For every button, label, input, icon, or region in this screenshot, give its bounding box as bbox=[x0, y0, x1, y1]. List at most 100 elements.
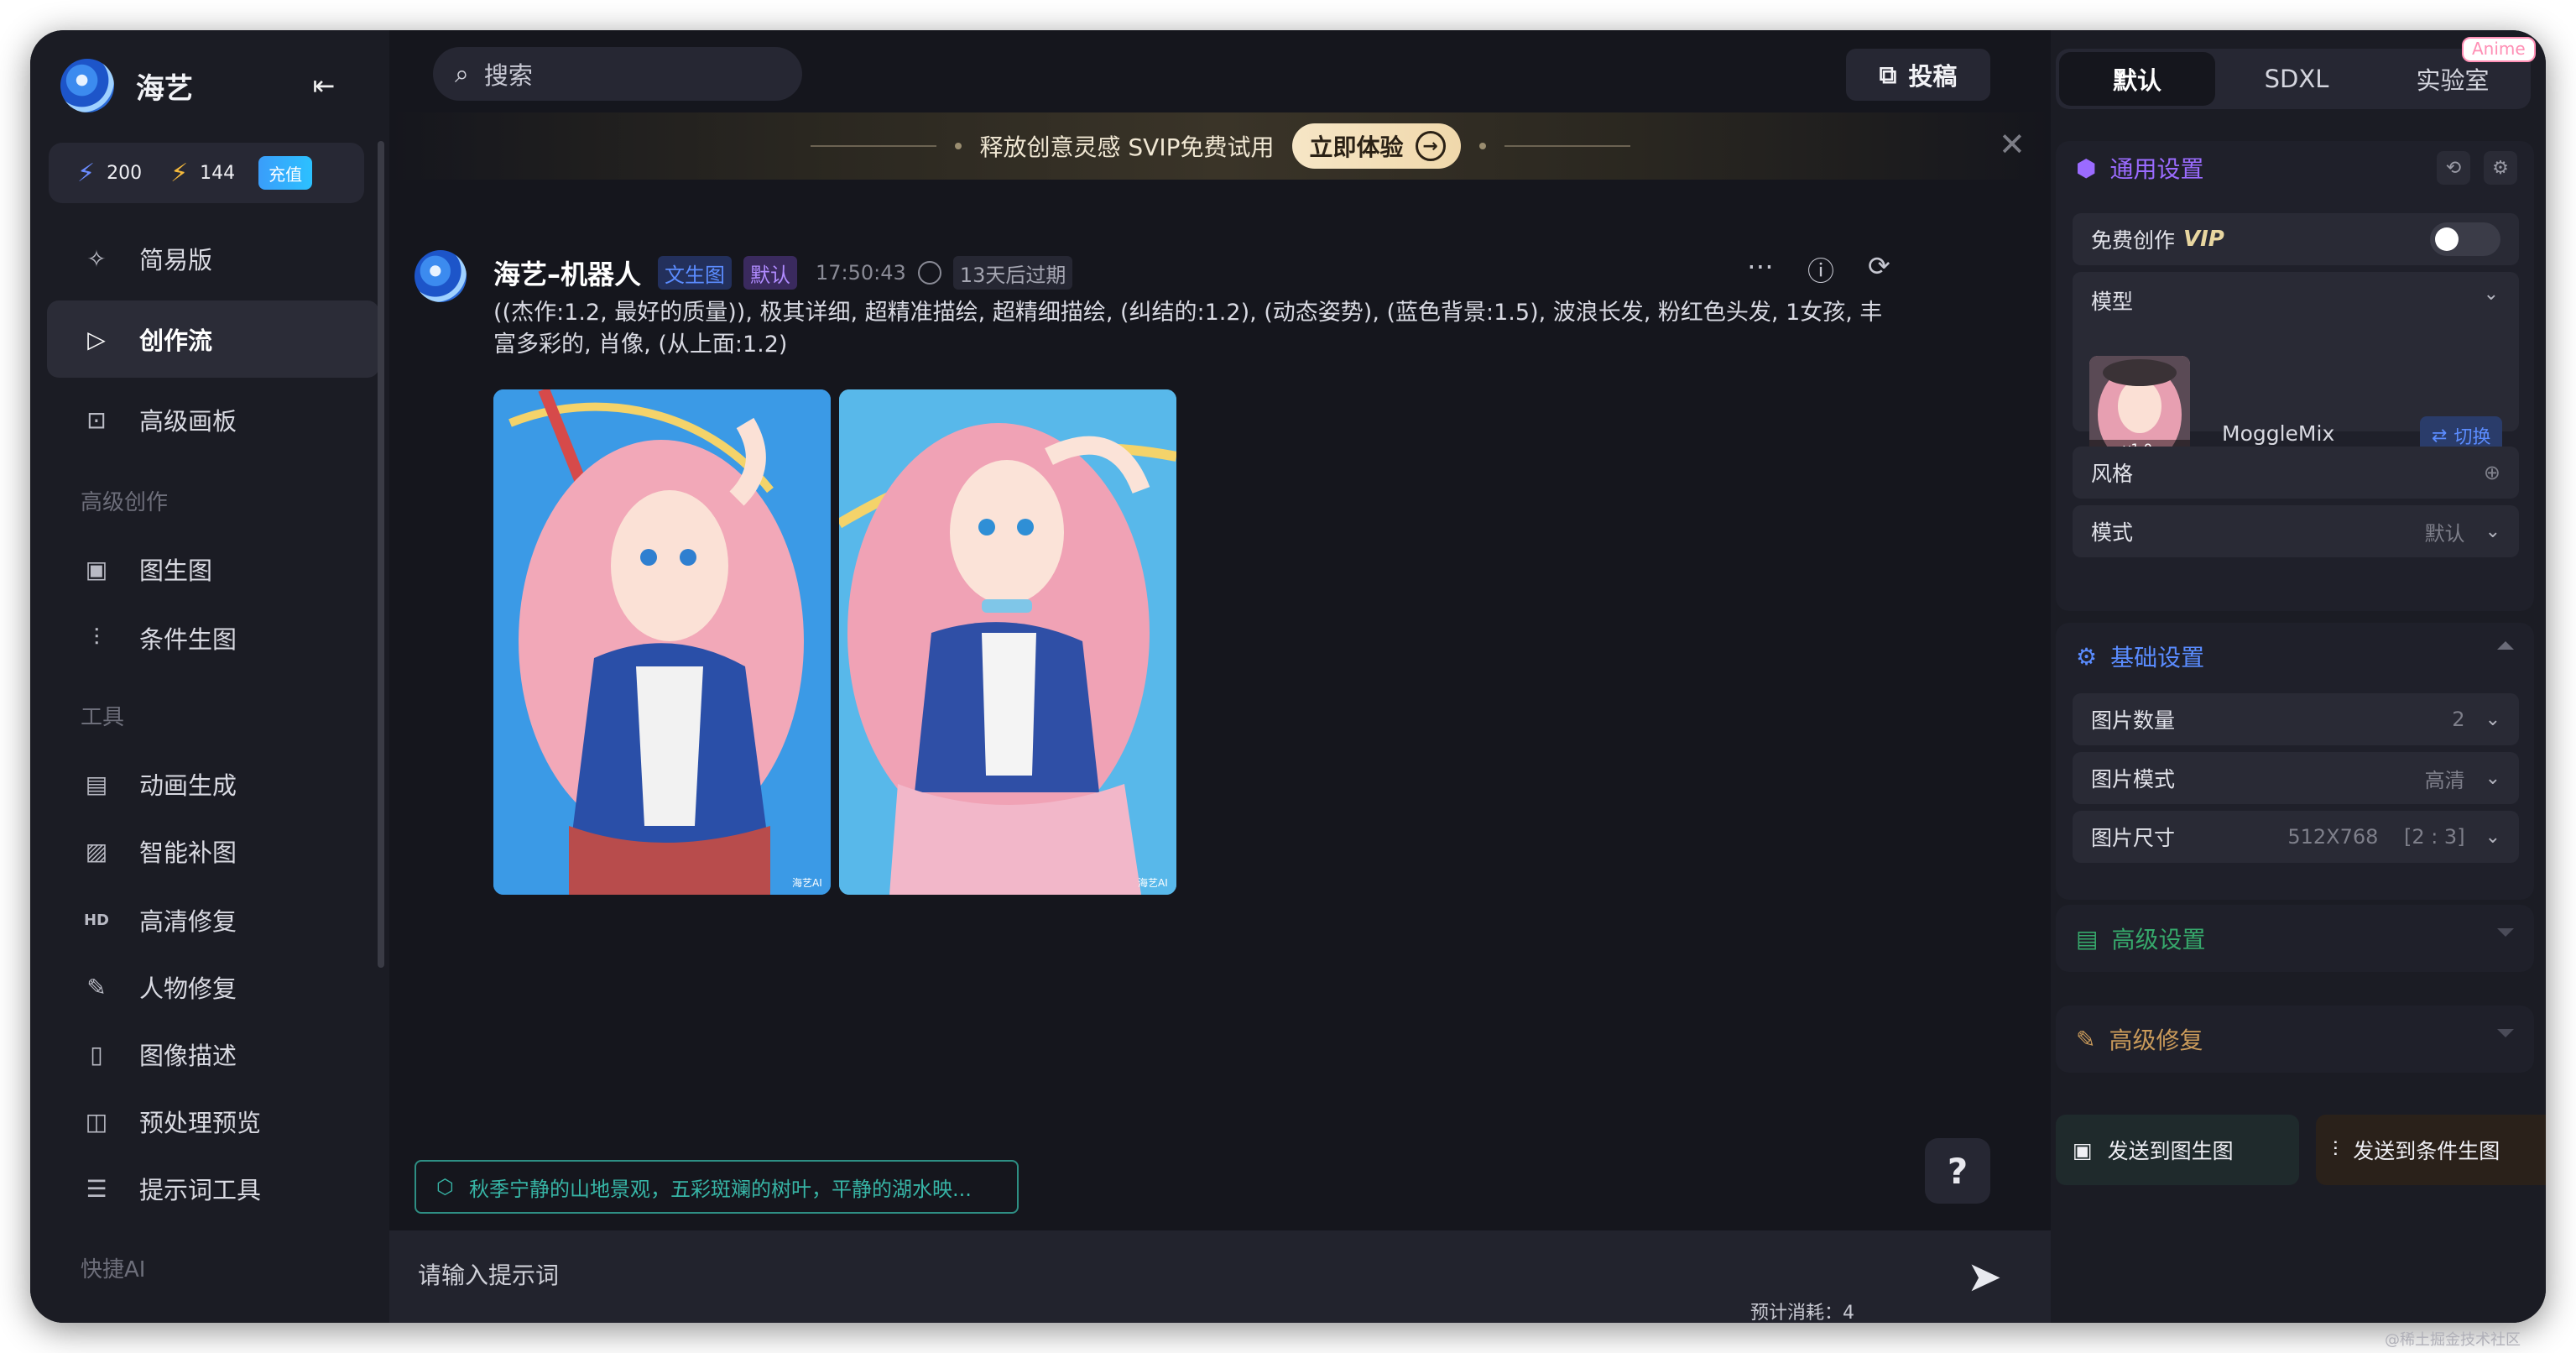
help-button[interactable]: ? bbox=[1925, 1138, 1990, 1204]
free-create-toggle[interactable] bbox=[2430, 222, 2500, 256]
chevron-up-icon[interactable] bbox=[2497, 641, 2514, 650]
collapse-sidebar-icon[interactable]: ⇤ bbox=[305, 67, 342, 104]
basic-settings-section: ⚙ 基础设置 图片数量 2 ⌄ 图片模式 高清 ⌄ 图片尺寸 512X768 [… bbox=[2056, 623, 2534, 900]
image-icon: ▣ bbox=[85, 555, 108, 583]
sidebar-item-label: 图生图 bbox=[139, 556, 213, 585]
sidebar-item-canvas[interactable]: ⊡ 高级画板 bbox=[47, 381, 379, 458]
prompt-placeholder: 请输入提示词 bbox=[418, 1262, 560, 1289]
image-size-row[interactable]: 图片尺寸 512X768 [2 : 3] ⌄ bbox=[2073, 811, 2519, 863]
sidebar-item-hd-repair[interactable]: HD 高清修复 bbox=[47, 886, 379, 953]
image-mode-row[interactable]: 图片模式 高清 ⌄ bbox=[2073, 752, 2519, 804]
section-tools-heading: 工具 bbox=[81, 705, 125, 730]
basic-settings-title[interactable]: ⚙ 基础设置 bbox=[2076, 629, 2204, 683]
hd-icon: HD bbox=[83, 911, 109, 929]
send-cond-label: 发送到条件生图 bbox=[2353, 1139, 2500, 1163]
free-create-label: 免费创作 bbox=[2091, 228, 2176, 253]
sidebar: 海艺 ⇤ ⚡ 200 ⚡ 144 充值 ✧ 简易版 ▷ 创作流 ⊡ 高级画板 高… bbox=[30, 30, 389, 1323]
search-input[interactable]: ⌕ 搜索 bbox=[433, 47, 802, 101]
chevron-down-icon[interactable] bbox=[2497, 928, 2514, 937]
credits-panel[interactable]: ⚡ 200 ⚡ 144 充值 bbox=[49, 143, 364, 203]
general-settings-title[interactable]: ⬢ 通用设置 bbox=[2076, 141, 2203, 195]
generated-image-1[interactable]: 海艺AI bbox=[493, 389, 831, 895]
sidebar-item-label: 人物修复 bbox=[139, 974, 237, 1003]
sidebar-item-conditional[interactable]: ⫶ 条件生图 bbox=[47, 603, 379, 673]
plus-icon[interactable]: ⊕ bbox=[2484, 461, 2500, 484]
gear-icon[interactable]: ⚙ bbox=[2484, 151, 2517, 185]
row-label: 图片数量 bbox=[2091, 708, 2176, 733]
site-watermark: @稀土掘金技术社区 bbox=[2385, 1331, 2521, 1349]
row-label: 图片模式 bbox=[2091, 767, 2176, 791]
settings-panel: 默认 SDXL 实验室 Anime ⬢ 通用设置 ⟲ ⚙ 免费创作 VIP 模型… bbox=[2051, 30, 2546, 1323]
style-label: 风格 bbox=[2091, 462, 2134, 486]
image-count-row[interactable]: 图片数量 2 ⌄ bbox=[2073, 693, 2519, 745]
model-preview-image: v1.0 bbox=[2089, 356, 2190, 457]
mode-row[interactable]: 模式 默认 ⌄ bbox=[2073, 505, 2519, 557]
switch-label: 切换 bbox=[2453, 427, 2491, 448]
banner-dot bbox=[1478, 143, 1486, 149]
brand[interactable]: 海艺 bbox=[60, 55, 193, 116]
sliders-icon: ⫶ bbox=[93, 624, 100, 651]
chevron-down-icon[interactable] bbox=[2497, 1029, 2514, 1037]
advanced-settings-section[interactable]: ▤ 高级设置 bbox=[2056, 905, 2534, 972]
close-icon[interactable]: ✕ bbox=[1999, 126, 2026, 163]
send-icon[interactable]: ➤ bbox=[1967, 1252, 2002, 1301]
chevron-down-icon: ⌄ bbox=[2485, 767, 2500, 789]
wand-icon: ✎ bbox=[2076, 1025, 2096, 1053]
sidebar-item-preprocess[interactable]: ◫ 预处理预览 bbox=[47, 1088, 379, 1155]
sidebar-item-label: 高清修复 bbox=[139, 907, 237, 936]
sidebar-item-label: 高级画板 bbox=[139, 407, 237, 436]
section-tools: ⟲ ⚙ bbox=[2437, 151, 2517, 185]
model-thumbnail: v1.0 bbox=[2089, 356, 2190, 457]
switch-icon: ⇄ bbox=[2432, 425, 2448, 447]
model-tabs: 默认 SDXL 实验室 bbox=[2056, 49, 2531, 109]
recharge-button[interactable]: 充值 bbox=[258, 156, 313, 190]
sidebar-item-label: 简易版 bbox=[139, 246, 213, 274]
more-icon[interactable]: ⋯ bbox=[1747, 250, 1774, 289]
message-time: 17:50:43 bbox=[816, 261, 906, 285]
banner-text: 释放创意灵感 SVIP免费试用 bbox=[979, 133, 1275, 161]
send-to-conditional-button[interactable]: ⫶ 发送到条件生图 bbox=[2316, 1115, 2546, 1185]
prompt-suggestion[interactable]: ⬡ 秋季宁静的山地景观，五彩斑斓的树叶，平静的湖水映... bbox=[415, 1160, 1019, 1214]
submit-post-button[interactable]: ⧉ 投稿 bbox=[1846, 49, 1990, 101]
tab-default[interactable]: 默认 bbox=[2059, 52, 2215, 106]
sidebar-item-label: 创作流 bbox=[139, 326, 213, 355]
advanced-repair-title: ✎ 高级修复 bbox=[2076, 1012, 2203, 1066]
mode-tag: 默认 bbox=[743, 256, 798, 290]
sidebar-item-face-repair[interactable]: ✎ 人物修复 bbox=[47, 953, 379, 1021]
advanced-repair-label: 高级修复 bbox=[2109, 1027, 2203, 1054]
prompt-input[interactable]: 请输入提示词 ➤ 预计消耗：4 bbox=[389, 1230, 2051, 1323]
send-to-img2img-button[interactable]: ▣ 发送到图生图 bbox=[2056, 1115, 2299, 1185]
message-header: 海艺–机器人 文生图 默认 17:50:43 13天后过期 bbox=[493, 252, 1073, 294]
arrow-right-icon: → bbox=[1415, 131, 1446, 161]
advanced-repair-section[interactable]: ✎ 高级修复 bbox=[2056, 1006, 2534, 1073]
sidebar-item-inpaint[interactable]: ▨ 智能补图 bbox=[47, 818, 379, 885]
sidebar-scrollbar[interactable] bbox=[378, 141, 384, 968]
list-icon: ☰ bbox=[86, 1174, 107, 1203]
bot-avatar bbox=[415, 250, 467, 302]
clock-icon bbox=[917, 261, 941, 285]
vip-badge: VIP bbox=[2183, 227, 2224, 252]
sidebar-item-workflow[interactable]: ▷ 创作流 bbox=[47, 300, 379, 378]
sliders-icon: ⫶ bbox=[2333, 1137, 2339, 1162]
generated-image-2[interactable]: 海艺AI bbox=[839, 389, 1176, 895]
banner-divider bbox=[1504, 145, 1630, 147]
banner-dot bbox=[954, 143, 962, 149]
gold-credit-count: 144 bbox=[200, 162, 236, 184]
anime-badge: Anime bbox=[2462, 37, 2536, 62]
sidebar-item-simple[interactable]: ✧ 简易版 bbox=[47, 220, 379, 297]
reset-icon[interactable]: ⟲ bbox=[2437, 151, 2470, 185]
sidebar-item-img2img[interactable]: ▣ 图生图 bbox=[47, 534, 379, 604]
sidebar-item-animation[interactable]: ▤ 动画生成 bbox=[47, 750, 379, 818]
book-icon: ▯ bbox=[90, 1040, 103, 1068]
style-row[interactable]: 风格 ⊕ bbox=[2073, 447, 2519, 499]
try-now-button[interactable]: 立即体验 → bbox=[1292, 123, 1461, 169]
sidebar-item-describe[interactable]: ▯ 图像描述 bbox=[47, 1021, 379, 1088]
row-label: 图片尺寸 bbox=[2091, 826, 2176, 850]
refresh-icon[interactable]: ⟳ bbox=[1868, 250, 1890, 289]
section-advanced-heading: 高级创作 bbox=[81, 490, 169, 515]
sidebar-item-prompt-tool[interactable]: ☰ 提示词工具 bbox=[47, 1155, 379, 1222]
info-icon[interactable]: ⓘ bbox=[1807, 250, 1834, 289]
tab-sdxl[interactable]: SDXL bbox=[2219, 49, 2375, 109]
gif-icon: ▤ bbox=[85, 770, 108, 798]
sidebar-item-label: 图像描述 bbox=[139, 1042, 237, 1070]
